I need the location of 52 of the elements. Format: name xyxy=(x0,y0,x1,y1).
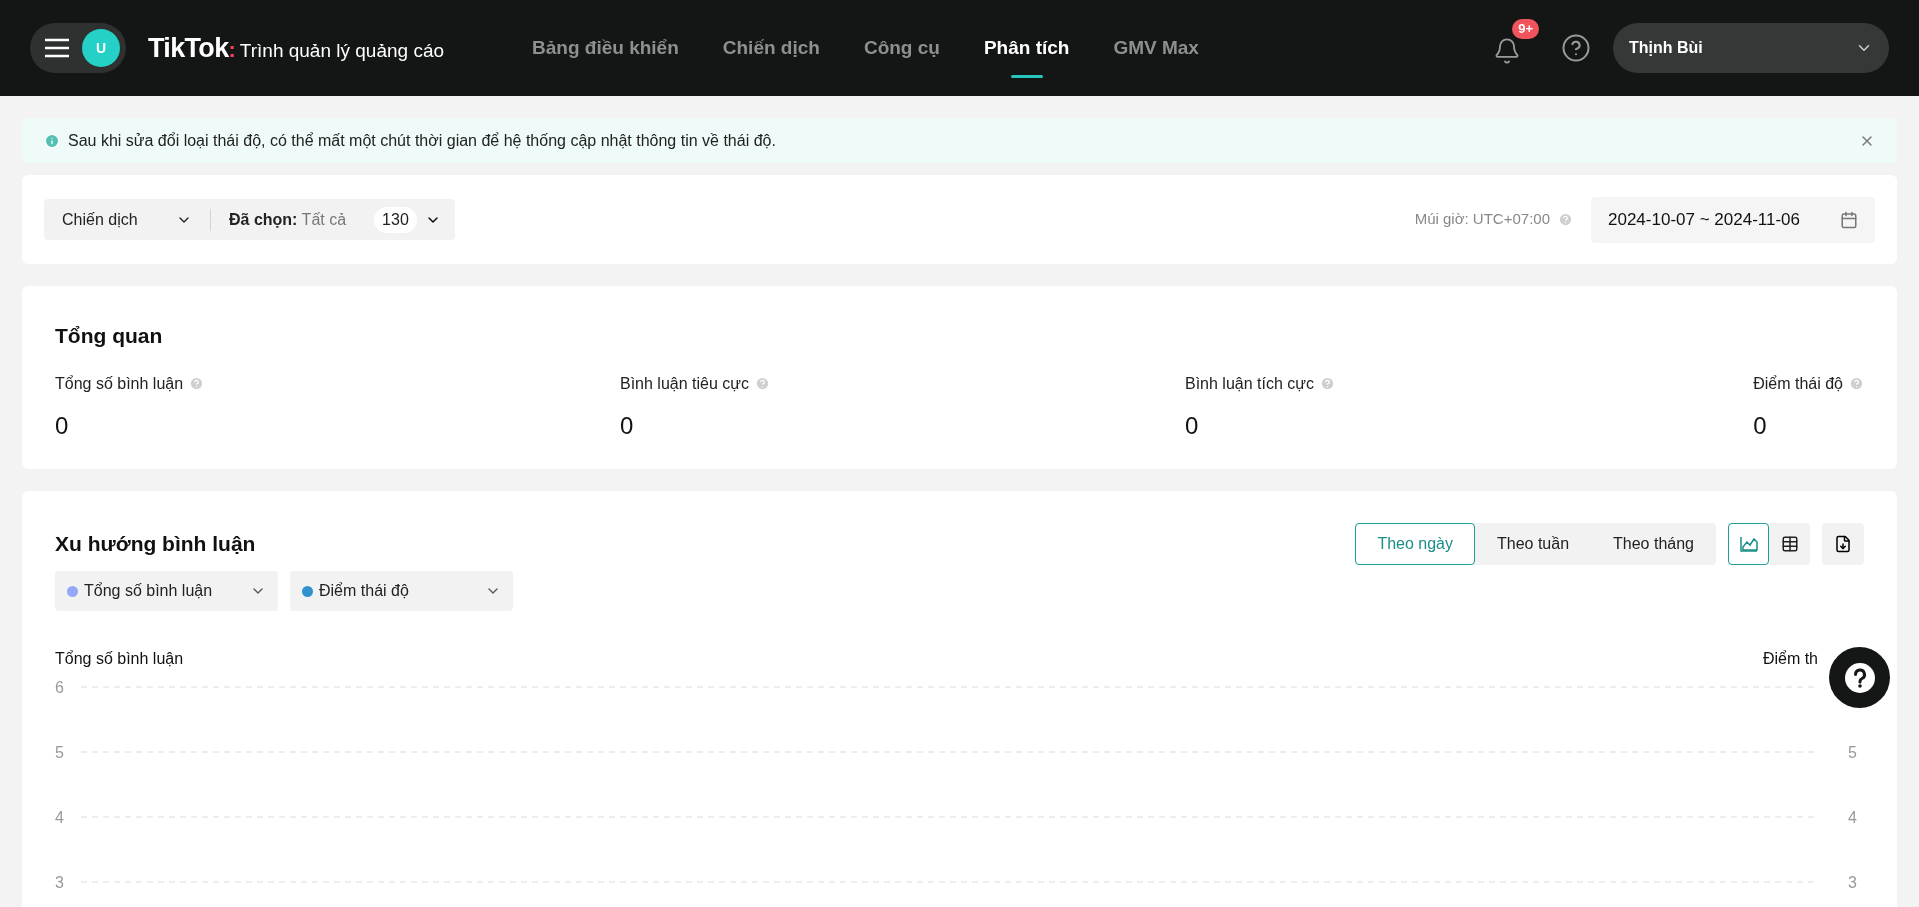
logo-mark: : xyxy=(228,35,236,64)
axis-title: Điểm th xyxy=(1762,649,1818,669)
nav-tab[interactable]: GMV Max xyxy=(1113,0,1199,96)
nav-tab[interactable]: Bảng điều khiển xyxy=(532,0,679,96)
notification-badge: 9+ xyxy=(1512,19,1539,39)
metric-label: Tổng số bình luận xyxy=(55,373,184,394)
notice-text: Sau khi sửa đổi loại thái độ, có thể mất một chút thời gian để hệ thống cập nhật thông tin về thái độ. xyxy=(68,130,776,151)
selection-summary[interactable]: Đã chọn: Tất cả xyxy=(229,207,347,232)
calendar-icon xyxy=(1840,210,1858,229)
nav-tab[interactable]: Công cụ xyxy=(863,0,940,96)
active-indicator xyxy=(1010,75,1043,78)
area-chart-icon xyxy=(1739,536,1758,552)
overview-title: Tổng quan xyxy=(55,323,164,349)
metric-label: Điểm thái độ xyxy=(1753,373,1843,394)
menu-icon xyxy=(44,38,70,58)
metric-value: 0 xyxy=(620,410,635,441)
download-icon xyxy=(1834,535,1852,553)
help-icon xyxy=(1844,662,1875,693)
metric-label: Bình luận tích cực xyxy=(1185,373,1314,394)
y-tick-label: 3 xyxy=(1848,874,1857,891)
level-select[interactable]: Chiến dịch xyxy=(62,207,192,232)
y-tick-label: 4 xyxy=(1848,809,1857,826)
metric-value: 0 xyxy=(1753,410,1767,441)
period-tab[interactable]: Theo ngày xyxy=(1355,523,1475,565)
count-pill: 130 xyxy=(374,206,417,233)
metric-value: 0 xyxy=(1185,410,1200,441)
product-name: Trình quản lý quảng cáo xyxy=(239,38,445,63)
trend-title: Xu hướng bình luận xyxy=(55,531,256,558)
table-icon xyxy=(1780,535,1799,553)
y-tick-label: 3 xyxy=(55,874,64,891)
y-tick-label: 4 xyxy=(55,809,64,826)
timezone-label: Múi giờ: UTC+07:00 xyxy=(1414,209,1550,230)
chart-view-button[interactable] xyxy=(1728,523,1769,565)
nav-tab[interactable]: Chiến dịch xyxy=(722,0,820,96)
date-range-picker[interactable]: 2024-10-07 ~ 2024-11-06 xyxy=(1591,196,1875,243)
logo: TikTok xyxy=(148,31,229,65)
metric-label: Bình luận tiêu cực xyxy=(620,373,749,394)
account-dropdown[interactable]: Thịnh Bùi xyxy=(1613,23,1889,73)
metric-value: 0 xyxy=(55,410,70,441)
period-tab[interactable]: Theo tháng xyxy=(1591,523,1716,565)
y-tick-label: 5 xyxy=(55,744,64,761)
axis-title: Tổng số bình luận xyxy=(55,649,184,669)
bell-icon xyxy=(1493,37,1521,65)
period-tab[interactable]: Theo tuần xyxy=(1475,523,1592,565)
y-tick-label: 6 xyxy=(55,679,64,696)
y-tick-label: 5 xyxy=(1848,744,1857,761)
metric-select[interactable]: Điểm thái độ xyxy=(290,571,513,611)
info-icon xyxy=(44,132,60,149)
metric-select[interactable]: Tổng số bình luận xyxy=(55,571,278,611)
export-button[interactable] xyxy=(1822,523,1864,565)
nav-tab[interactable]: Phân tích xyxy=(983,0,1070,96)
help-icon[interactable] xyxy=(1561,33,1591,63)
